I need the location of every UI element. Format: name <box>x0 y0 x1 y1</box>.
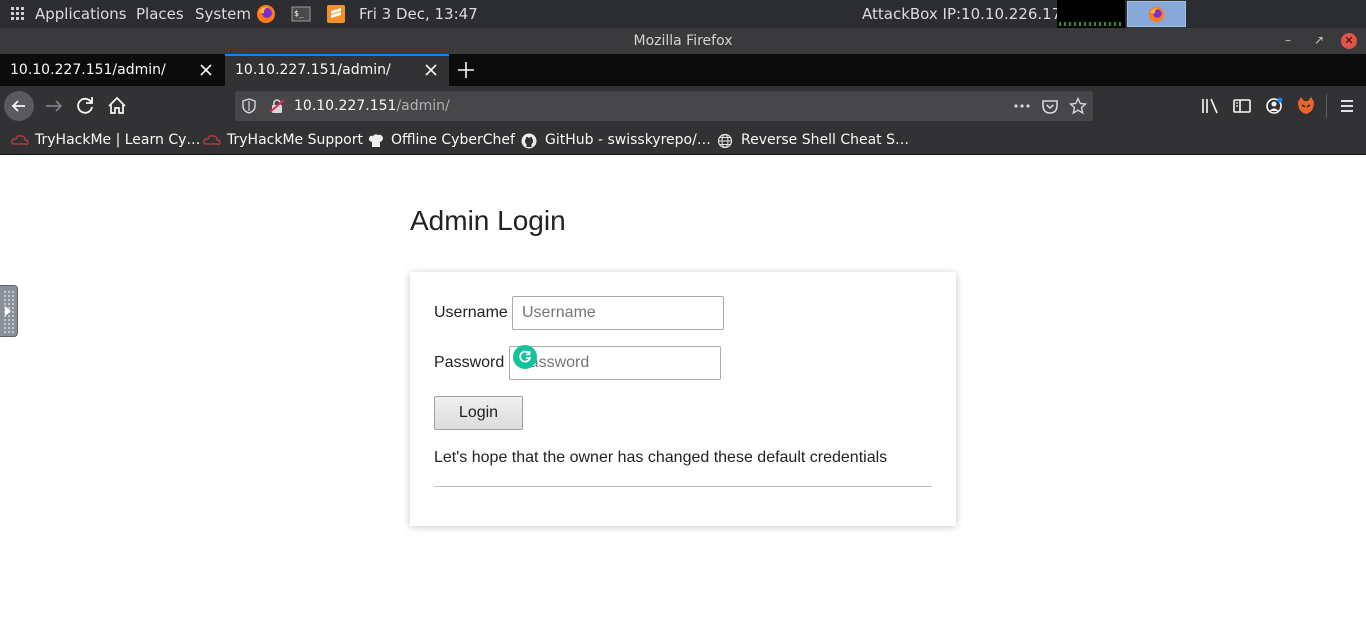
chef-hat-icon <box>368 134 383 147</box>
home-icon[interactable] <box>103 92 131 120</box>
password-label: Password <box>434 354 505 371</box>
tryhackme-icon <box>11 135 29 145</box>
username-input[interactable] <box>512 296 724 330</box>
back-button[interactable] <box>4 91 34 121</box>
username-label: Username <box>434 304 508 321</box>
hamburger-menu-icon[interactable] <box>1333 92 1361 120</box>
sidebar-icon[interactable] <box>1228 92 1256 120</box>
bookmark-star-icon[interactable] <box>1069 97 1087 115</box>
clock: Fri 3 Dec, 13:47 <box>359 5 478 23</box>
bookmark-label: TryHackMe | Learn Cy… <box>35 132 201 148</box>
account-icon[interactable] <box>1260 92 1288 120</box>
window-titlebar: Mozilla Firefox – ↗ ✕ <box>0 28 1366 54</box>
divider <box>434 486 932 487</box>
new-tab-icon[interactable] <box>455 59 477 81</box>
url-path: /admin/ <box>396 98 450 114</box>
pocket-icon[interactable] <box>1041 97 1059 115</box>
library-icon[interactable] <box>1196 92 1224 120</box>
system-panel: Applications Places System $_ Fri 3 Dec,… <box>0 0 1366 28</box>
insecure-lock-icon[interactable] <box>268 97 286 115</box>
url-text[interactable]: 10.10.227.151/admin/ <box>294 91 450 121</box>
svg-text:$_: $_ <box>294 9 304 18</box>
attackbox-ip: AttackBox IP:10.10.226.175 <box>862 5 1071 23</box>
tab-label: 10.10.227.151/admin/ <box>235 62 391 78</box>
tracking-shield-icon[interactable] <box>240 97 258 115</box>
system-menu[interactable]: System <box>195 0 251 28</box>
page-viewport: Admin Login Username Password Login Let'… <box>0 156 1366 643</box>
side-panel-handle[interactable] <box>0 285 18 337</box>
tab-label: 10.10.227.151/admin/ <box>10 62 166 78</box>
applications-menu[interactable]: Applications <box>35 0 127 28</box>
credentials-hint: Let's hope that the owner has changed th… <box>434 449 888 466</box>
tab-strip: 10.10.227.151/admin/ 10.10.227.151/admin… <box>0 54 1366 86</box>
close-tab-icon[interactable] <box>421 60 441 80</box>
navigation-toolbar: 10.10.227.151/admin/ <box>0 86 1366 126</box>
expand-arrow-icon <box>5 306 11 316</box>
apps-grid-icon[interactable] <box>11 7 25 21</box>
close-window-button[interactable]: ✕ <box>1341 33 1357 49</box>
globe-icon <box>717 133 733 149</box>
toolbar-separator <box>1326 94 1327 118</box>
bookmark-label: TryHackMe Support <box>227 132 363 148</box>
firefox-launcher-icon[interactable] <box>256 4 276 24</box>
tab-1[interactable]: 10.10.227.151/admin/ <box>0 54 224 86</box>
extension-fox-icon[interactable] <box>1292 92 1320 120</box>
system-monitor-graph <box>1059 22 1123 26</box>
back-arrow-icon <box>11 100 25 112</box>
url-host: 10.10.227.151 <box>294 98 397 114</box>
page-title: Admin Login <box>410 205 566 236</box>
tab-2-active[interactable]: 10.10.227.151/admin/ <box>225 54 449 86</box>
bookmark-label: Offline CyberChef <box>391 132 515 148</box>
grammarly-g-icon <box>519 350 532 363</box>
minimize-button[interactable]: – <box>1280 33 1296 49</box>
sublime-launcher-icon[interactable] <box>326 4 346 24</box>
bookmark-label: GitHub - swisskyrepo/… <box>545 132 711 148</box>
reload-icon[interactable] <box>71 92 99 120</box>
tryhackme-icon <box>203 135 221 145</box>
forward-arrow-icon[interactable] <box>40 92 68 120</box>
page-actions-icon[interactable] <box>1013 97 1031 115</box>
places-menu[interactable]: Places <box>136 0 184 28</box>
grammarly-icon[interactable] <box>513 345 537 369</box>
github-icon <box>521 133 537 149</box>
url-bar[interactable]: 10.10.227.151/admin/ <box>235 91 1093 121</box>
firefox-taskbar-button[interactable] <box>1127 1 1186 27</box>
terminal-launcher-icon[interactable]: $_ <box>291 4 311 24</box>
window-title: Mozilla Firefox <box>633 33 733 49</box>
password-input[interactable] <box>509 346 721 380</box>
login-button[interactable]: Login <box>434 396 523 430</box>
close-tab-icon[interactable] <box>196 60 216 80</box>
login-form-card: Username Password Login Let's hope that … <box>410 272 956 526</box>
maximize-button[interactable]: ↗ <box>1311 33 1327 49</box>
bookmark-label: Reverse Shell Cheat S… <box>741 132 909 148</box>
firefox-icon <box>1148 6 1165 23</box>
bookmarks-toolbar: TryHackMe | Learn Cy… TryHackMe Support … <box>0 126 1366 155</box>
